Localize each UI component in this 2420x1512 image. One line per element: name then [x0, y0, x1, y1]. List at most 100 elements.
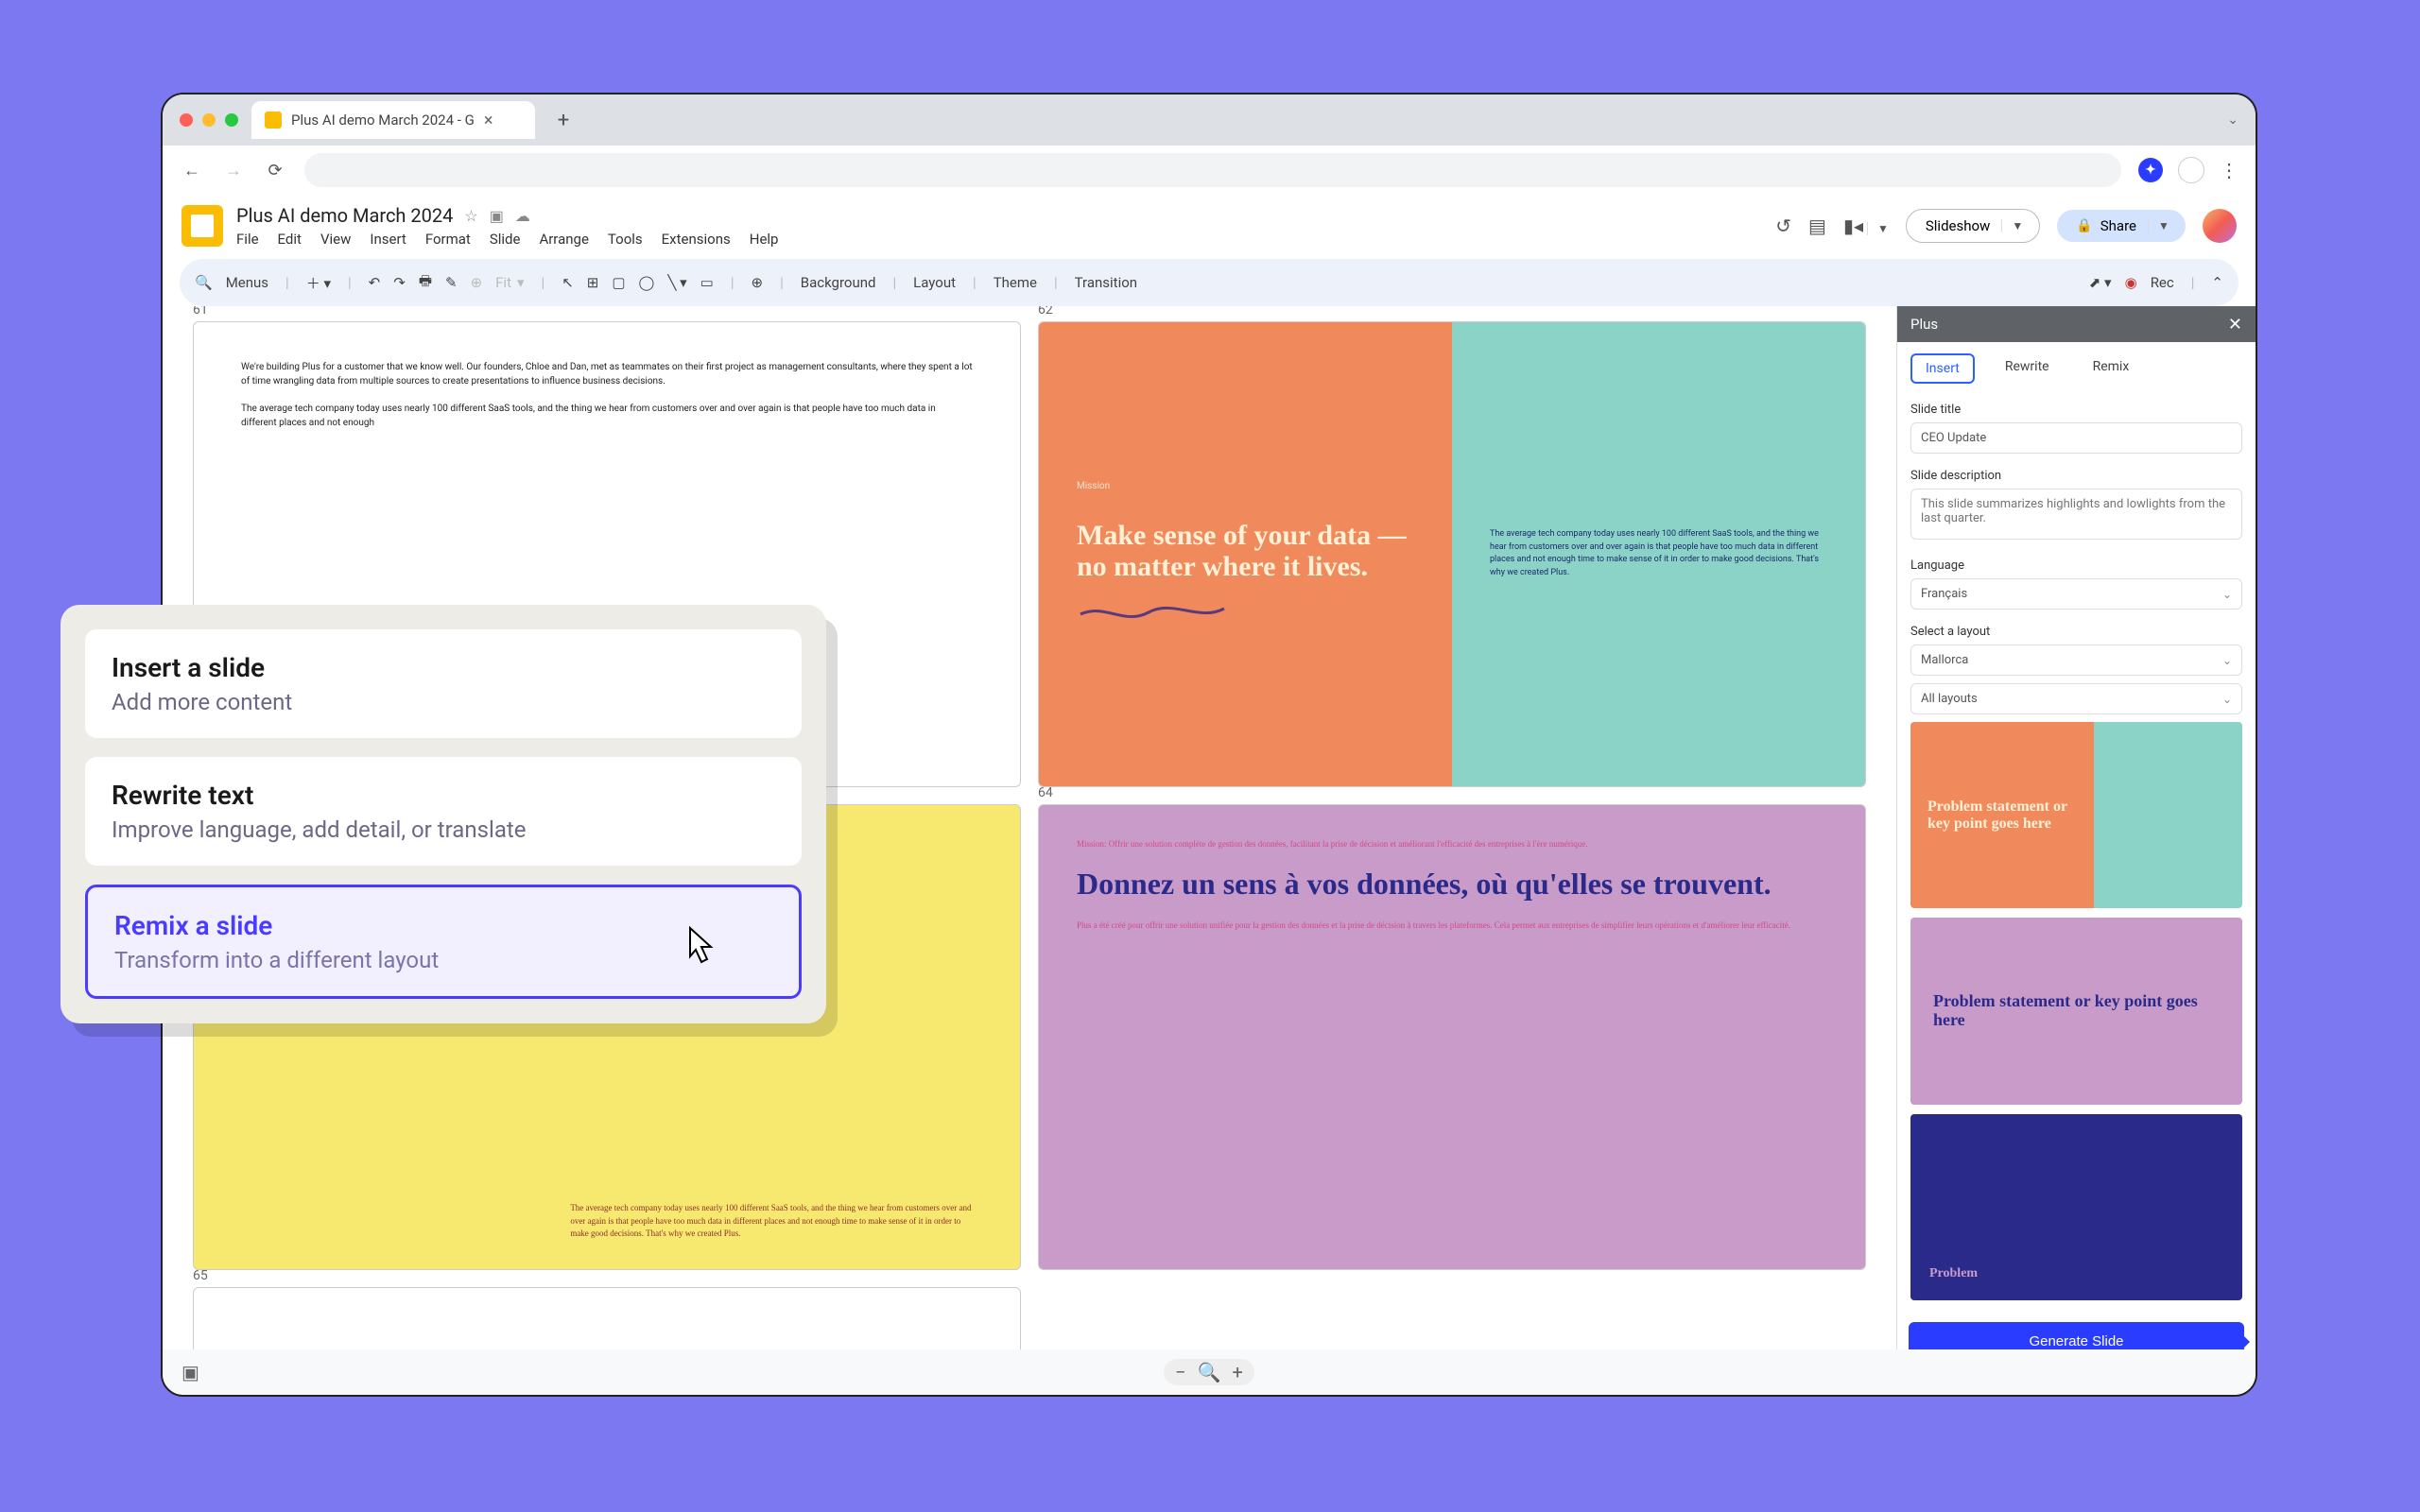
redo-icon[interactable]: ↷: [393, 274, 406, 291]
new-tab-button[interactable]: +: [548, 105, 579, 135]
panel-tab-rewrite[interactable]: Rewrite: [1992, 353, 2063, 384]
toolbar-background[interactable]: Background: [801, 274, 876, 291]
chevron-down-icon: ⌄: [2222, 588, 2232, 601]
language-label: Language: [1910, 558, 2242, 573]
layout-select[interactable]: Mallorca⌄: [1910, 644, 2242, 676]
select-icon[interactable]: ↖: [562, 274, 574, 291]
forward-button[interactable]: →: [221, 158, 246, 182]
zoom-in-button[interactable]: +: [1232, 1361, 1242, 1383]
grid-view-icon[interactable]: ▣: [182, 1361, 199, 1383]
toolbar-layout[interactable]: Layout: [913, 274, 956, 291]
language-select[interactable]: Français⌄: [1910, 578, 2242, 610]
pointer-icon[interactable]: ⬈ ▾: [2089, 274, 2112, 291]
menu-help[interactable]: Help: [750, 231, 779, 248]
record-icon[interactable]: ◉: [2125, 274, 2137, 291]
user-avatar[interactable]: [2203, 209, 2237, 243]
toolbar-transition[interactable]: Transition: [1075, 274, 1137, 291]
tab-title: Plus AI demo March 2024 - G: [291, 112, 475, 129]
chevron-down-icon: ⌄: [2222, 654, 2232, 667]
share-button[interactable]: 🔒 Share▼: [2057, 210, 2186, 242]
panel-title: Plus: [1910, 316, 1938, 333]
squiggle-icon: [1077, 599, 1228, 627]
panel-tab-insert[interactable]: Insert: [1910, 353, 1975, 384]
toolbar-rec[interactable]: Rec: [2151, 274, 2174, 291]
lock-icon: 🔒: [2076, 218, 2092, 233]
textbox-icon[interactable]: ⊞: [587, 274, 599, 291]
plus-actions-popup: Insert a slide Add more content Rewrite …: [60, 605, 826, 1023]
slide-64[interactable]: Mission: Offrir une solution complète de…: [1038, 804, 1866, 1270]
slide-desc-input[interactable]: [1910, 489, 2242, 540]
minimize-window-icon[interactable]: [202, 113, 216, 127]
comments-icon[interactable]: ▤: [1808, 215, 1826, 237]
action-insert-card[interactable]: Insert a slide Add more content: [85, 629, 802, 738]
menu-format[interactable]: Format: [425, 231, 471, 248]
tabs-overflow-icon[interactable]: ⌄: [2227, 112, 2238, 128]
back-button[interactable]: ←: [180, 158, 204, 182]
layout-option-2[interactable]: Problem statement or key point goes here: [1910, 918, 2242, 1104]
browser-tab[interactable]: Plus AI demo March 2024 - G ×: [251, 101, 535, 139]
history-icon[interactable]: ↺: [1775, 215, 1791, 237]
slides-favicon-icon: [265, 112, 282, 129]
close-window-icon[interactable]: [180, 113, 193, 127]
plus-extension-icon[interactable]: ✦: [2138, 158, 2163, 182]
zoom-bar: ▣ − 🔍 +: [163, 1349, 2256, 1395]
close-tab-icon[interactable]: ×: [484, 111, 493, 130]
browser-menu-icon[interactable]: ⋮: [2220, 159, 2238, 181]
slide-desc-label: Slide description: [1910, 469, 2242, 483]
panel-tab-remix[interactable]: Remix: [2080, 353, 2143, 384]
zoom-fit[interactable]: Fit ▾: [495, 274, 524, 291]
profile-icon[interactable]: [2178, 157, 2204, 183]
address-bar[interactable]: [304, 153, 2121, 187]
browser-toolbar: ← → ⟳ ✦ ⋮: [163, 146, 2256, 195]
add-comment-icon[interactable]: ⊕: [751, 274, 763, 291]
action-remix-card[interactable]: Remix a slide Transform into a different…: [85, 885, 802, 999]
slide-62[interactable]: Mission Make sense of your data — no mat…: [1038, 321, 1866, 787]
layout-option-3[interactable]: Problem: [1910, 1114, 2242, 1300]
search-icon[interactable]: 🔍: [195, 274, 213, 291]
layout-option-1[interactable]: Problem statement or key point goes here: [1910, 722, 2242, 908]
slideshow-button[interactable]: Slideshow▼: [1906, 209, 2040, 243]
menu-extensions[interactable]: Extensions: [662, 231, 731, 248]
slides-toolbar: 🔍 Menus | ＋ ▾ | ↶ ↷ 🖶 ✎ ⊕ Fit ▾ | ↖ ⊞ ▢ …: [180, 259, 2238, 306]
zoom-reset-icon[interactable]: 🔍: [1198, 1361, 1221, 1383]
plus-panel: Plus ✕ Insert Rewrite Remix Slide title …: [1896, 306, 2256, 1372]
collapse-icon[interactable]: ⌃: [2211, 274, 2223, 291]
menu-view[interactable]: View: [320, 231, 351, 248]
menu-edit[interactable]: Edit: [278, 231, 302, 248]
action-rewrite-card[interactable]: Rewrite text Improve language, add detai…: [85, 757, 802, 866]
slides-header: Plus AI demo March 2024 ☆ ▣ ☁ File Edit …: [163, 195, 2256, 248]
all-layouts-select[interactable]: All layouts⌄: [1910, 683, 2242, 714]
comment-tool-icon[interactable]: ▭: [700, 274, 714, 291]
toolbar-theme[interactable]: Theme: [994, 274, 1037, 291]
slide-number: 61: [193, 306, 208, 318]
close-panel-icon[interactable]: ✕: [2228, 315, 2242, 335]
document-title[interactable]: Plus AI demo March 2024: [236, 204, 453, 227]
paint-icon[interactable]: ✎: [445, 274, 458, 291]
new-slide-button[interactable]: ＋ ▾: [306, 273, 331, 293]
menu-tools[interactable]: Tools: [608, 231, 643, 248]
meet-icon[interactable]: ▮◂▼: [1843, 215, 1889, 237]
chevron-down-icon: ⌄: [2222, 693, 2232, 706]
menu-arrange[interactable]: Arrange: [539, 231, 588, 248]
cloud-icon[interactable]: ☁: [515, 207, 530, 225]
browser-tabstrip: Plus AI demo March 2024 - G × + ⌄: [163, 94, 2256, 146]
layout-label: Select a layout: [1910, 625, 2242, 639]
slide-title-input[interactable]: [1910, 422, 2242, 454]
shape-icon[interactable]: ◯: [639, 274, 655, 291]
reload-button[interactable]: ⟳: [263, 158, 287, 182]
move-icon[interactable]: ▣: [490, 207, 504, 225]
zoom-icon[interactable]: ⊕: [471, 274, 483, 291]
menu-bar: File Edit View Insert Format Slide Arran…: [236, 231, 778, 248]
menu-slide[interactable]: Slide: [490, 231, 521, 248]
print-icon[interactable]: 🖶: [419, 271, 432, 295]
toolbar-menus[interactable]: Menus: [226, 274, 268, 291]
line-icon[interactable]: ╲ ▾: [667, 274, 686, 291]
maximize-window-icon[interactable]: [225, 113, 238, 127]
undo-icon[interactable]: ↶: [369, 274, 381, 291]
slide-title-label: Slide title: [1910, 403, 2242, 417]
zoom-out-button[interactable]: −: [1175, 1361, 1185, 1383]
star-icon[interactable]: ☆: [464, 207, 477, 225]
menu-insert[interactable]: Insert: [370, 231, 406, 248]
image-icon[interactable]: ▢: [612, 274, 625, 291]
menu-file[interactable]: File: [236, 231, 259, 248]
